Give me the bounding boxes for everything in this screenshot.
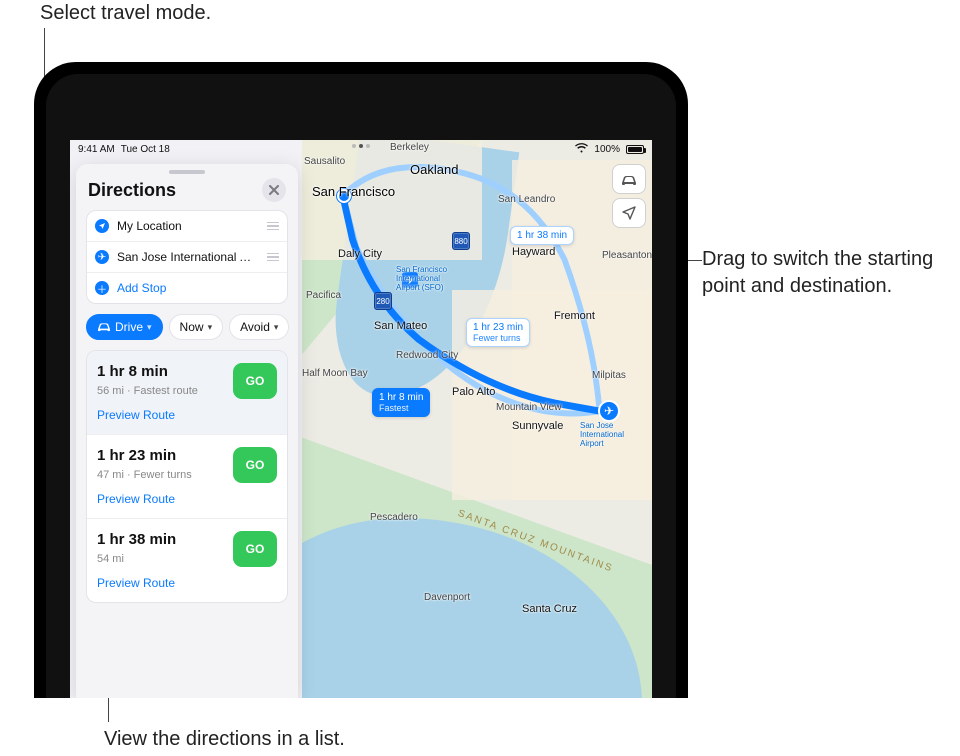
stop-to-label: San Jose International A… [117,250,259,264]
mode-row: Drive ▾ Now ▾ Avoid ▾ [76,304,298,346]
preview-route-link[interactable]: Preview Route [97,408,225,422]
airplane-icon: ✈ [95,250,109,264]
destination-pin[interactable]: ✈ [598,400,620,422]
car-icon [97,320,111,335]
map-controls [612,164,646,228]
city-label: Fremont [554,310,595,322]
status-time: 9:41 AM [78,144,115,155]
add-stop-row[interactable]: ＋ Add Stop [87,272,287,303]
stops-list: My Location ✈ San Jose International A… … [86,210,288,304]
callout-drag-switch: Drag to switch the starting point and de… [702,246,942,300]
city-label: Pacifica [306,290,341,301]
route-meta: 54 mi [97,553,225,567]
city-label: Redwood City [396,350,458,361]
routes-list: 1 hr 8 min 56 mi · Fastest route GO Prev… [86,350,288,603]
screen: 9:41 AM Tue Oct 18 100% [70,140,652,698]
map-canvas[interactable]: ✈ ✈ 280 680 880 1 hr 8 min Fastest 1 hr … [302,140,652,698]
locate-button[interactable] [612,198,646,228]
hwy-shield-280: 280 [374,292,392,310]
go-button[interactable]: GO [233,531,277,567]
plus-icon: ＋ [95,281,109,295]
reorder-handle-icon[interactable] [267,253,279,262]
airport-label-sjc: San Jose International Airport [580,422,624,448]
map-mode-button[interactable] [612,164,646,194]
location-icon [95,219,109,233]
callout-travel-mode: Select travel mode. [40,0,211,27]
route-time: 1 hr 8 min [97,363,225,382]
route-time: 1 hr 23 min [97,447,225,466]
go-button[interactable]: GO [233,447,277,483]
avoid-label: Avoid [240,320,270,334]
stop-from-row[interactable]: My Location [87,211,287,241]
battery-icon [626,145,644,154]
water-ocean [302,518,642,698]
directions-panel: Directions My Location ✈ [76,164,298,698]
preview-route-link[interactable]: Preview Route [97,492,225,506]
city-label: Santa Cruz [522,603,577,615]
city-label: Milpitas [592,370,626,381]
city-label: Hayward [512,246,555,258]
city-label: San Leandro [498,194,555,205]
chevron-down-icon: ▾ [147,322,152,333]
route-time: 1 hr 38 min [97,531,225,550]
route-card[interactable]: 1 hr 8 min 56 mi · Fastest route GO Prev… [87,351,287,434]
route-pill-time: 1 hr 8 min [379,392,423,403]
chevron-down-icon: ▾ [274,322,279,333]
avoid-button[interactable]: Avoid ▾ [229,314,289,340]
hwy-shield-880: 880 [452,232,470,250]
city-label: Half Moon Bay [302,368,368,379]
route-pill-alt[interactable]: 1 hr 23 min Fewer turns [466,318,530,347]
route-pill-primary[interactable]: 1 hr 8 min Fastest [372,388,430,417]
city-label: Sunnyvale [512,420,563,432]
chevron-down-icon: ▾ [208,322,213,333]
stop-from-label: My Location [117,219,259,233]
add-stop-label: Add Stop [117,281,279,295]
panel-grabber[interactable] [169,170,205,174]
reorder-handle-icon[interactable] [267,222,279,231]
ipad-frame: 9:41 AM Tue Oct 18 100% [34,62,688,698]
travel-mode-button[interactable]: Drive ▾ [86,314,163,340]
close-button[interactable] [262,178,286,202]
city-label: Pleasanton [602,250,652,261]
battery-pct: 100% [594,144,620,155]
route-card[interactable]: 1 hr 38 min 54 mi GO Preview Route [87,518,287,602]
route-meta: 56 mi · Fastest route [97,385,225,399]
travel-mode-label: Drive [115,320,143,334]
city-label: Mountain View [496,402,561,413]
city-label: Davenport [424,592,470,603]
city-label: Pescadero [370,512,418,523]
depart-label: Now [180,320,204,334]
panel-title: Directions [88,180,176,201]
route-pill-time: 1 hr 23 min [473,322,523,333]
city-label: Palo Alto [452,386,495,398]
go-button[interactable]: GO [233,363,277,399]
depart-time-button[interactable]: Now ▾ [169,314,224,340]
route-card[interactable]: 1 hr 23 min 47 mi · Fewer turns GO Previ… [87,434,287,518]
airport-label-sfo: San Francisco International Airport (SFO… [396,266,447,292]
status-date: Tue Oct 18 [121,144,170,155]
city-label: San Francisco [312,184,395,199]
route-pill-sub: Fewer turns [473,333,523,343]
route-pill-alt[interactable]: 1 hr 38 min [510,226,574,245]
route-meta: 47 mi · Fewer turns [97,469,225,483]
status-bar: 9:41 AM Tue Oct 18 100% [70,140,652,158]
preview-route-link[interactable]: Preview Route [97,576,225,590]
wifi-icon [575,143,588,156]
city-label: San Mateo [374,320,427,332]
stop-to-row[interactable]: ✈ San Jose International A… [87,241,287,272]
city-label: Oakland [410,162,458,177]
route-pill-sub: Fastest [379,403,423,413]
city-label: Daly City [338,248,382,260]
route-pill-time: 1 hr 38 min [517,230,567,241]
callout-view-list: View the directions in a list. [104,726,345,753]
